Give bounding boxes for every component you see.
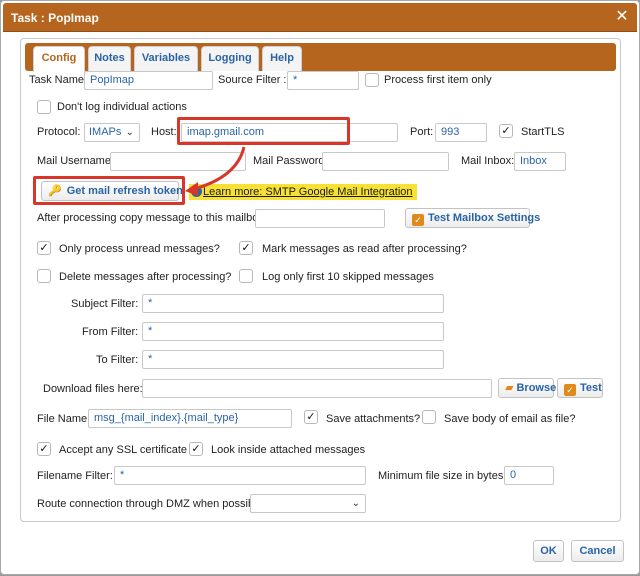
to-filter-label: To Filter: (96, 354, 139, 366)
file-name-label: File Name: (37, 413, 91, 425)
delete-after-label: Delete messages after processing? (59, 271, 232, 283)
tab-config[interactable]: Config (33, 46, 85, 72)
mail-username-label: Mail Username: (37, 155, 115, 167)
filename-filter-input[interactable]: * (114, 466, 366, 485)
to-filter-input[interactable]: * (142, 350, 444, 369)
test-button[interactable]: ✓ Test (557, 378, 603, 398)
process-first-label: Process first item only (384, 74, 492, 86)
min-size-label: Minimum file size in bytes: (378, 470, 507, 482)
port-input[interactable]: 993 (435, 123, 487, 142)
protocol-label: Protocol: (37, 126, 81, 138)
chevron-down-icon: ⌄ (125, 127, 134, 138)
check-icon: ✓ (564, 384, 576, 396)
only-unread-label: Only process unread messages? (59, 243, 220, 255)
browse-label: Browse (516, 382, 557, 394)
download-label: Download files here: (43, 383, 143, 395)
key-icon: 🔑 (48, 185, 62, 197)
subject-filter-label: Subject Filter: (71, 298, 139, 310)
test-label: Test (580, 382, 602, 394)
ok-button[interactable]: OK (533, 540, 564, 562)
host-input[interactable]: imap.gmail.com (181, 123, 398, 142)
accept-ssl-checkbox[interactable]: ✓ (37, 442, 51, 456)
task-dialog: Task : PopImap ✕ Config Notes Variables … (0, 0, 640, 575)
mark-read-label: Mark messages as read after processing? (262, 243, 467, 255)
tab-strip: Config Notes Variables Logging Help (25, 43, 616, 72)
dialog-title-bar[interactable]: Task : PopImap ✕ (3, 3, 637, 32)
mail-password-label: Mail Password: (253, 155, 328, 167)
test-mailbox-settings-label: Test Mailbox Settings (428, 212, 541, 224)
save-body-label: Save body of email as file? (444, 413, 576, 425)
only-unread-checkbox[interactable]: ✓ (37, 241, 51, 255)
mark-read-checkbox[interactable]: ✓ (239, 241, 253, 255)
dont-log-checkbox[interactable] (37, 100, 51, 114)
starttls-label: StartTLS (521, 126, 565, 138)
filename-filter-label: Filename Filter: (37, 470, 113, 482)
starttls-checkbox[interactable]: ✓ (499, 124, 513, 138)
dialog-title: Task : PopImap (11, 11, 99, 25)
host-label: Host: (151, 126, 177, 138)
chevron-down-icon: ⌄ (351, 498, 360, 509)
source-filter-input[interactable]: * (287, 71, 359, 90)
mail-inbox-label: Mail Inbox: (461, 155, 515, 167)
folder-icon: ▰ (505, 382, 514, 394)
from-filter-input[interactable]: * (142, 322, 444, 341)
copy-to-mailbox-input[interactable] (255, 209, 385, 228)
from-filter-label: From Filter: (82, 326, 139, 338)
log-first10-label: Log only first 10 skipped messages (262, 271, 434, 283)
get-refresh-token-button[interactable]: 🔑 Get mail refresh token (41, 181, 183, 201)
file-name-input[interactable]: msg_{mail_index}.{mail_type} (88, 409, 292, 428)
download-input[interactable] (142, 379, 492, 398)
min-size-input[interactable]: 0 (504, 466, 554, 485)
route-dmz-select[interactable]: ⌄ (250, 494, 366, 513)
source-filter-label: Source Filter : (218, 74, 287, 86)
task-name-input[interactable]: PopImap (84, 71, 213, 90)
close-icon[interactable]: ✕ (613, 8, 631, 26)
process-first-checkbox[interactable] (365, 73, 379, 87)
info-icon (191, 186, 202, 197)
check-icon: ✓ (412, 214, 424, 226)
test-mailbox-settings-button[interactable]: ✓ Test Mailbox Settings (405, 208, 540, 228)
tab-logging[interactable]: Logging (201, 46, 259, 71)
get-refresh-token-label: Get mail refresh token (66, 185, 183, 197)
mail-inbox-input[interactable]: Inbox (514, 152, 566, 171)
route-dmz-label: Route connection through DMZ when possib… (37, 498, 266, 510)
learn-more-link[interactable]: Learn more: SMTP Google Mail Integration (189, 184, 417, 200)
copy-to-mailbox-label: After processing copy message to this ma… (37, 212, 267, 224)
look-inside-checkbox[interactable]: ✓ (189, 442, 203, 456)
log-first10-checkbox[interactable] (239, 269, 253, 283)
browse-button[interactable]: ▰ Browse (498, 378, 557, 398)
delete-after-checkbox[interactable] (37, 269, 51, 283)
task-name-label: Task Name: (29, 74, 88, 86)
protocol-value: IMAPs (89, 126, 122, 138)
accept-ssl-label: Accept any SSL certificate (59, 444, 187, 456)
save-attachments-checkbox[interactable]: ✓ (304, 410, 318, 424)
look-inside-label: Look inside attached messages (211, 444, 366, 456)
save-body-checkbox[interactable] (422, 410, 436, 424)
subject-filter-input[interactable]: * (142, 294, 444, 313)
port-label: Port: (410, 126, 434, 138)
mail-username-input[interactable] (110, 152, 246, 171)
tab-help[interactable]: Help (262, 46, 302, 71)
save-attachments-label: Save attachments? (326, 413, 421, 425)
cancel-button[interactable]: Cancel (571, 540, 624, 562)
protocol-select[interactable]: IMAPs ⌄ (84, 123, 140, 142)
dont-log-label: Don't log individual actions (57, 101, 187, 113)
mail-password-input[interactable] (322, 152, 449, 171)
tab-notes[interactable]: Notes (88, 46, 131, 71)
tab-variables[interactable]: Variables (134, 46, 198, 71)
